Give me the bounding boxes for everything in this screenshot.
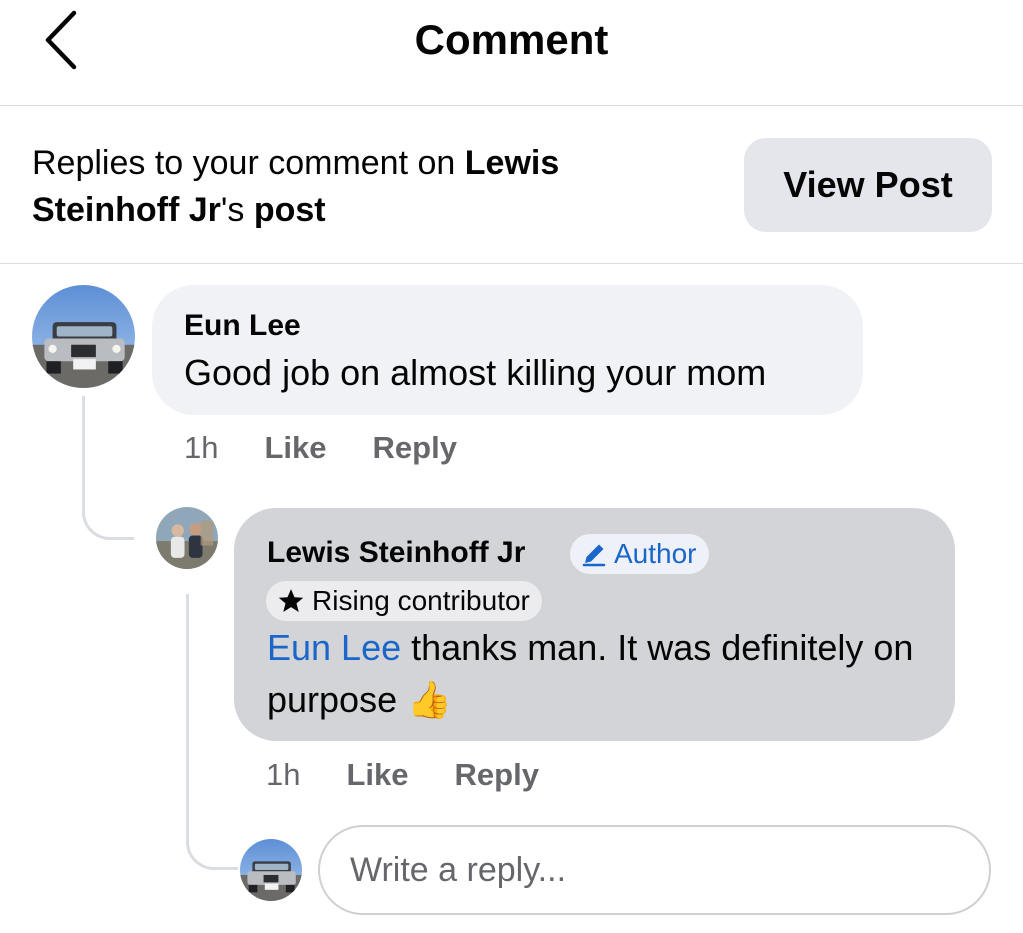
context-possessive: 's — [220, 191, 254, 229]
like-button[interactable]: Like — [264, 428, 326, 468]
reply-button[interactable]: Reply — [455, 755, 539, 795]
context-prefix: Replies to your comment on — [32, 144, 465, 182]
truck-photo-icon — [240, 839, 302, 901]
like-button[interactable]: Like — [346, 755, 408, 795]
comment-actions: 1h Like Reply — [266, 755, 539, 795]
avatar[interactable] — [32, 285, 135, 388]
comment-author-name[interactable]: Lewis Steinhoff Jr — [267, 535, 525, 571]
contributor-badge-label: Rising contributor — [312, 585, 530, 616]
pencil-icon — [582, 544, 606, 567]
reply-input[interactable] — [318, 825, 991, 915]
star-icon — [278, 589, 304, 612]
comment-timestamp: 1h — [266, 757, 301, 792]
post-word-link[interactable]: post — [254, 191, 326, 229]
view-post-button[interactable]: View Post — [744, 138, 992, 232]
avatar[interactable] — [156, 507, 218, 569]
current-user-avatar[interactable] — [240, 839, 302, 901]
thumbs-up-icon: 👍 — [407, 679, 452, 720]
reply-button[interactable]: Reply — [373, 428, 457, 468]
comment-text: Good job on almost killing your mom — [184, 352, 767, 393]
thread-connector — [186, 594, 238, 870]
thread-connector — [82, 396, 134, 540]
people-photo-icon — [156, 507, 218, 569]
context-description: Replies to your comment on Lewis Steinho… — [32, 140, 652, 234]
contributor-badge: Rising contributor — [266, 581, 542, 621]
author-badge-label: Author — [614, 538, 697, 569]
top-bar: Comment — [0, 0, 1023, 106]
comment-actions: 1h Like Reply — [184, 428, 457, 468]
mention-link[interactable]: Eun Lee — [267, 627, 401, 668]
truck-photo-icon — [32, 285, 135, 388]
comment-thread-screen: Comment Replies to your comment on Lewis… — [0, 0, 1023, 933]
comment-timestamp: 1h — [184, 430, 219, 465]
author-badge: Author — [570, 534, 709, 574]
page-title: Comment — [414, 16, 609, 63]
comment-author-name[interactable]: Eun Lee — [184, 308, 301, 344]
comment-text: Eun Lee thanks man. It was definitely on… — [267, 622, 937, 726]
